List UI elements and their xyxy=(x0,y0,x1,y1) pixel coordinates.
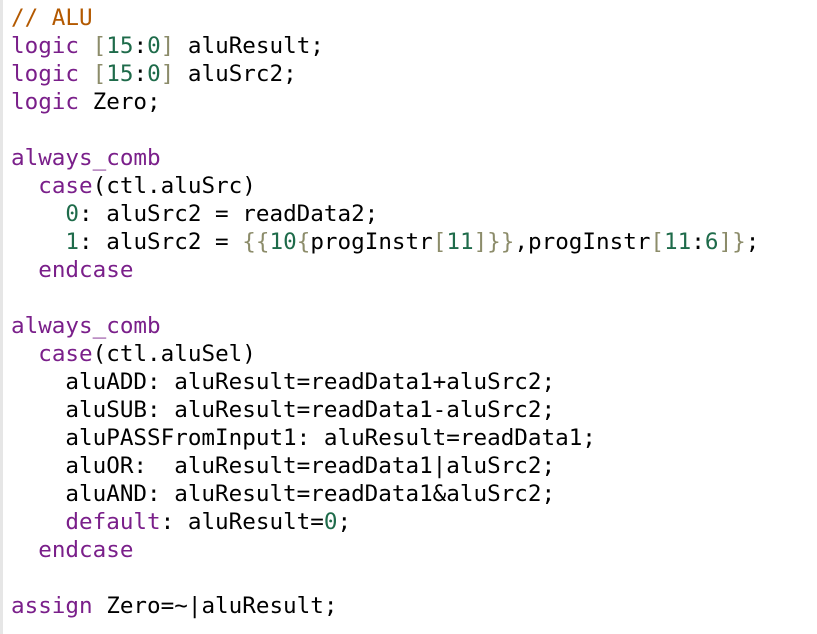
code-line[interactable]: case(ctl.aluSel) xyxy=(11,340,759,368)
code-line[interactable]: ​ xyxy=(11,284,759,312)
code-keyword: default xyxy=(65,509,161,535)
code-bracket: ]}} xyxy=(473,229,515,255)
code-keyword: case xyxy=(38,173,93,199)
code-bracket: { xyxy=(296,229,311,255)
code-text: (ctl.aluSrc) xyxy=(92,173,256,199)
code-bracket: [ xyxy=(432,229,447,255)
code-text: aluAND: aluResult=readData1&aluSrc2; xyxy=(11,481,556,507)
code-number: 0 xyxy=(147,33,161,59)
code-number: 0 xyxy=(65,201,80,227)
code-bracket: [ xyxy=(92,33,107,59)
code-bracket: {{ xyxy=(242,229,270,255)
code-line[interactable]: aluAND: aluResult=readData1&aluSrc2; xyxy=(11,480,759,508)
code-text: aluSrc2; xyxy=(174,61,297,87)
code-number: 6 xyxy=(704,229,719,255)
code-line[interactable]: logic Zero; xyxy=(11,88,759,116)
code-keyword: always_comb xyxy=(11,313,161,339)
code-keyword: assign xyxy=(11,593,93,619)
code-number: 0 xyxy=(323,509,338,535)
code-text: progInstr xyxy=(310,229,433,255)
code-keyword: logic xyxy=(11,33,80,59)
code-number: 11 xyxy=(664,229,692,255)
code-keyword: logic xyxy=(11,61,80,87)
code-line[interactable]: aluADD: aluResult=readData1+aluSrc2; xyxy=(11,368,759,396)
code-block[interactable]: // ALU logic [15:0] aluResult; logic [15:0… xyxy=(11,4,759,620)
code-line[interactable]: logic [15:0] aluResult; xyxy=(11,32,759,60)
code-line[interactable]: logic [15:0] aluSrc2; xyxy=(11,60,759,88)
code-text: aluResult; xyxy=(174,33,324,59)
code-bracket: [ xyxy=(650,229,665,255)
code-keyword: endcase xyxy=(38,537,134,563)
code-text: ; xyxy=(745,229,760,255)
code-text: : xyxy=(133,61,148,87)
code-text: aluSUB: aluResult=readData1-aluSrc2; xyxy=(11,397,556,423)
code-line[interactable]: 1: aluSrc2 = {{10{progInstr[11]}},progIn… xyxy=(11,228,759,256)
code-line[interactable]: // ALU xyxy=(11,4,759,32)
code-text: aluADD: aluResult=readData1+aluSrc2; xyxy=(11,369,556,395)
code-line[interactable]: always_comb xyxy=(11,144,759,172)
code-line[interactable]: endcase xyxy=(11,256,759,284)
code-line[interactable]: default: aluResult=0; xyxy=(11,508,759,536)
code-number: 10 xyxy=(269,229,297,255)
code-line[interactable]: 0: aluSrc2 = readData2; xyxy=(11,200,759,228)
code-number: 1 xyxy=(65,229,80,255)
code-text: Zero=~|aluResult; xyxy=(92,593,338,619)
code-comment: // ALU xyxy=(11,5,93,31)
code-number: 0 xyxy=(147,61,161,87)
code-text: : xyxy=(133,33,148,59)
code-text: ; xyxy=(337,509,352,535)
code-line[interactable]: assign Zero=~|aluResult; xyxy=(11,592,759,620)
code-bracket: ]} xyxy=(718,229,746,255)
code-keyword: case xyxy=(38,341,93,367)
code-line[interactable]: always_comb xyxy=(11,312,759,340)
code-line[interactable]: aluSUB: aluResult=readData1-aluSrc2; xyxy=(11,396,759,424)
code-bracket: [ xyxy=(92,61,107,87)
code-text: : aluSrc2 = readData2; xyxy=(79,201,379,227)
code-text: : xyxy=(691,229,705,255)
code-keyword: endcase xyxy=(38,257,134,283)
code-line[interactable]: ​ xyxy=(11,116,759,144)
code-number: 15 xyxy=(106,61,134,87)
code-text: Zero; xyxy=(79,89,161,115)
code-text: : aluSrc2 = xyxy=(79,229,243,255)
code-text: : aluResult= xyxy=(160,509,324,535)
code-text: ,progInstr xyxy=(514,229,651,255)
code-keyword: always_comb xyxy=(11,145,161,171)
code-bracket: ] xyxy=(160,33,175,59)
code-text: aluOR: aluResult=readData1|aluSrc2; xyxy=(11,453,556,479)
code-keyword: logic xyxy=(11,89,80,115)
code-text: aluPASSFromInput1: aluResult=readData1; xyxy=(11,425,596,451)
code-line[interactable]: endcase xyxy=(11,536,759,564)
code-editor[interactable]: // ALU logic [15:0] aluResult; logic [15:0… xyxy=(0,0,817,634)
code-number: 15 xyxy=(106,33,134,59)
code-number: 11 xyxy=(446,229,474,255)
code-line[interactable]: aluPASSFromInput1: aluResult=readData1; xyxy=(11,424,759,452)
code-line[interactable]: aluOR: aluResult=readData1|aluSrc2; xyxy=(11,452,759,480)
code-line[interactable]: ​ xyxy=(11,564,759,592)
code-bracket: ] xyxy=(160,61,175,87)
code-text: (ctl.aluSel) xyxy=(92,341,256,367)
code-line[interactable]: case(ctl.aluSrc) xyxy=(11,172,759,200)
